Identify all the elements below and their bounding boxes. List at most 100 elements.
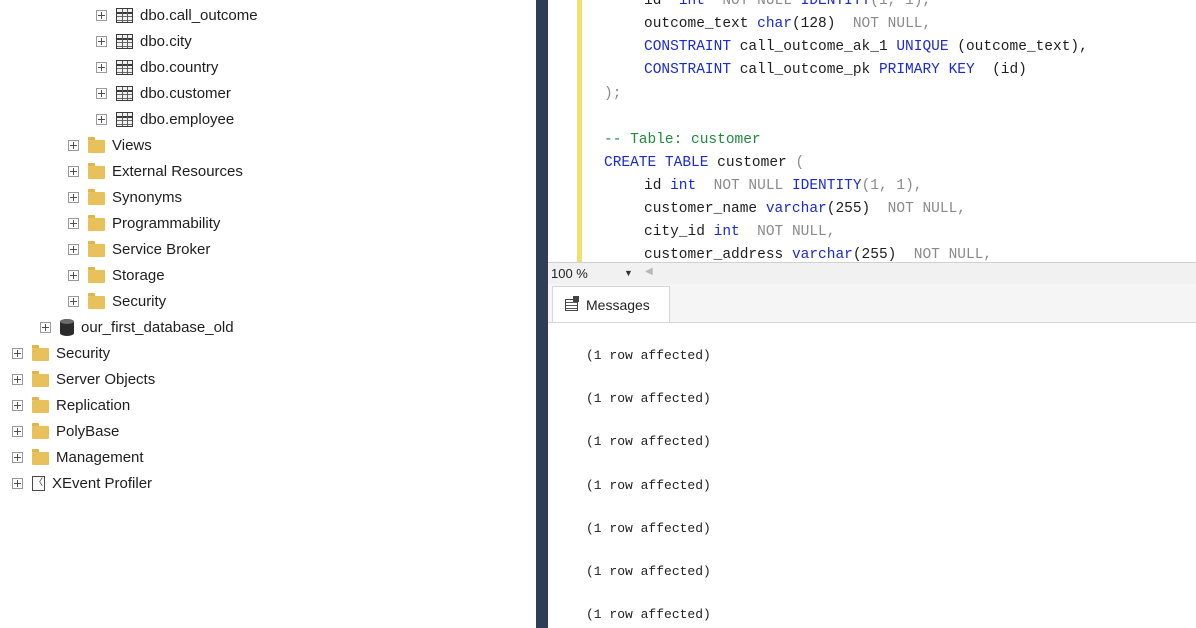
folder-icon — [32, 396, 49, 413]
tree-node-table[interactable]: dbo.employee — [96, 106, 234, 132]
tree-node-folder[interactable]: Programmability — [68, 210, 220, 236]
code-line: customer_name varchar(255) NOT NULL, — [644, 201, 966, 217]
table-icon — [116, 7, 133, 23]
tree-node-label: Security — [112, 292, 167, 310]
message-line: (1 row affected) — [586, 607, 711, 622]
panel-splitter[interactable] — [536, 0, 548, 628]
expand-icon[interactable] — [68, 165, 79, 177]
expand-icon[interactable] — [12, 451, 23, 463]
expand-icon[interactable] — [12, 373, 23, 385]
code-line: CREATE TABLE customer ( — [604, 155, 805, 171]
tree-node-database[interactable]: our_first_database_old — [40, 314, 234, 340]
change-indicator-bar — [577, 0, 582, 262]
tree-node-label: dbo.country — [140, 58, 219, 76]
expand-icon[interactable] — [96, 61, 107, 73]
folder-icon — [88, 136, 105, 153]
results-tab-bar: Messages — [548, 284, 1196, 323]
tree-node-table[interactable]: dbo.country — [96, 54, 218, 80]
expand-icon[interactable] — [68, 295, 79, 307]
expand-icon[interactable] — [68, 269, 79, 281]
chevron-down-icon[interactable]: ▼ — [624, 268, 633, 278]
folder-icon — [32, 422, 49, 439]
code-line: customer_address varchar(255) NOT NULL, — [644, 247, 993, 262]
tree-node-xevent-profiler[interactable]: 〈 XEvent Profiler — [12, 470, 152, 496]
tree-node-label: dbo.employee — [140, 110, 235, 128]
tree-node-label: Replication — [56, 396, 131, 414]
tree-node-label: Synonyms — [112, 188, 183, 206]
tab-label: Messages — [586, 296, 650, 313]
tree-node-label: External Resources — [112, 162, 243, 180]
editor-status-bar: 100 % ▼ ◀ — [548, 262, 1196, 285]
expand-icon[interactable] — [12, 477, 23, 489]
expand-icon[interactable] — [68, 243, 79, 255]
tree-node-folder[interactable]: Service Broker — [68, 236, 210, 262]
tree-node-label: Views — [112, 136, 152, 154]
code-line: id int NOT NULL IDENTITY(1, 1), — [644, 0, 932, 9]
message-line: (1 row affected) — [586, 478, 711, 493]
query-editor[interactable]: id int NOT NULL IDENTITY(1, 1), outcome_… — [548, 0, 1196, 262]
tree-node-label: our_first_database_old — [81, 318, 234, 336]
tree-node-folder[interactable]: Management — [12, 444, 144, 470]
tree-node-folder[interactable]: Views — [68, 132, 152, 158]
tree-node-folder[interactable]: Security — [12, 340, 110, 366]
tree-node-label: Management — [56, 448, 144, 466]
tree-node-label: Security — [56, 344, 111, 362]
folder-icon — [88, 162, 105, 179]
tree-node-label: dbo.city — [140, 32, 192, 50]
tree-node-folder[interactable]: Security — [68, 288, 166, 314]
expand-icon[interactable] — [96, 87, 107, 99]
expand-icon[interactable] — [12, 347, 23, 359]
code-line: city_id int NOT NULL, — [644, 224, 836, 240]
tree-node-folder[interactable]: Synonyms — [68, 184, 182, 210]
tree-node-folder[interactable]: PolyBase — [12, 418, 119, 444]
tree-node-table[interactable]: dbo.call_outcome — [96, 2, 258, 28]
table-icon — [116, 33, 133, 49]
tree-node-label: dbo.customer — [140, 84, 231, 102]
expand-icon[interactable] — [68, 191, 79, 203]
code-line: id int NOT NULL IDENTITY(1, 1), — [644, 178, 923, 194]
scroll-left-icon[interactable]: ◀ — [645, 266, 653, 277]
expand-icon[interactable] — [96, 35, 107, 47]
tree-node-table[interactable]: dbo.customer — [96, 80, 231, 106]
expand-icon[interactable] — [40, 321, 51, 333]
code-line: CONSTRAINT call_outcome_pk PRIMARY KEY (… — [644, 62, 1027, 78]
table-icon — [116, 59, 133, 75]
expand-icon[interactable] — [68, 217, 79, 229]
tree-node-label: XEvent Profiler — [52, 474, 153, 492]
zoom-dropdown[interactable]: 100 % ▼ — [551, 265, 635, 281]
expand-icon[interactable] — [96, 113, 107, 125]
message-line: (1 row affected) — [586, 564, 711, 579]
folder-icon — [88, 188, 105, 205]
folder-icon — [88, 266, 105, 283]
folder-icon — [32, 344, 49, 361]
tree-node-label: Service Broker — [112, 240, 211, 258]
message-line: (1 row affected) — [586, 348, 711, 363]
tree-node-folder[interactable]: Replication — [12, 392, 130, 418]
expand-icon[interactable] — [68, 139, 79, 151]
expand-icon[interactable] — [12, 399, 23, 411]
tree-node-folder[interactable]: Server Objects — [12, 366, 155, 392]
tree-node-table[interactable]: dbo.city — [96, 28, 192, 54]
folder-icon — [32, 370, 49, 387]
tree-node-label: Programmability — [112, 214, 221, 232]
folder-icon — [88, 214, 105, 231]
tab-messages[interactable]: Messages — [552, 286, 670, 322]
expand-icon[interactable] — [12, 425, 23, 437]
code-line: CONSTRAINT call_outcome_ak_1 UNIQUE (out… — [644, 39, 1088, 55]
code-line: outcome_text char(128) NOT NULL, — [644, 16, 932, 32]
code-comment: -- Table: customer — [604, 132, 761, 148]
code-line: ); — [604, 86, 622, 102]
message-line: (1 row affected) — [586, 434, 711, 449]
tree-node-folder[interactable]: External Resources — [68, 158, 243, 184]
folder-icon — [88, 292, 105, 309]
zoom-value: 100 % — [551, 265, 588, 281]
message-line: (1 row affected) — [586, 521, 711, 536]
results-pane: Messages (1 row affected) (1 row affecte… — [548, 284, 1196, 628]
xevent-icon: 〈 — [32, 475, 45, 491]
message-line: (1 row affected) — [586, 391, 711, 406]
table-icon — [116, 85, 133, 101]
expand-icon[interactable] — [96, 9, 107, 21]
database-icon — [60, 318, 74, 336]
tree-node-folder[interactable]: Storage — [68, 262, 165, 288]
tree-node-label: Server Objects — [56, 370, 156, 388]
